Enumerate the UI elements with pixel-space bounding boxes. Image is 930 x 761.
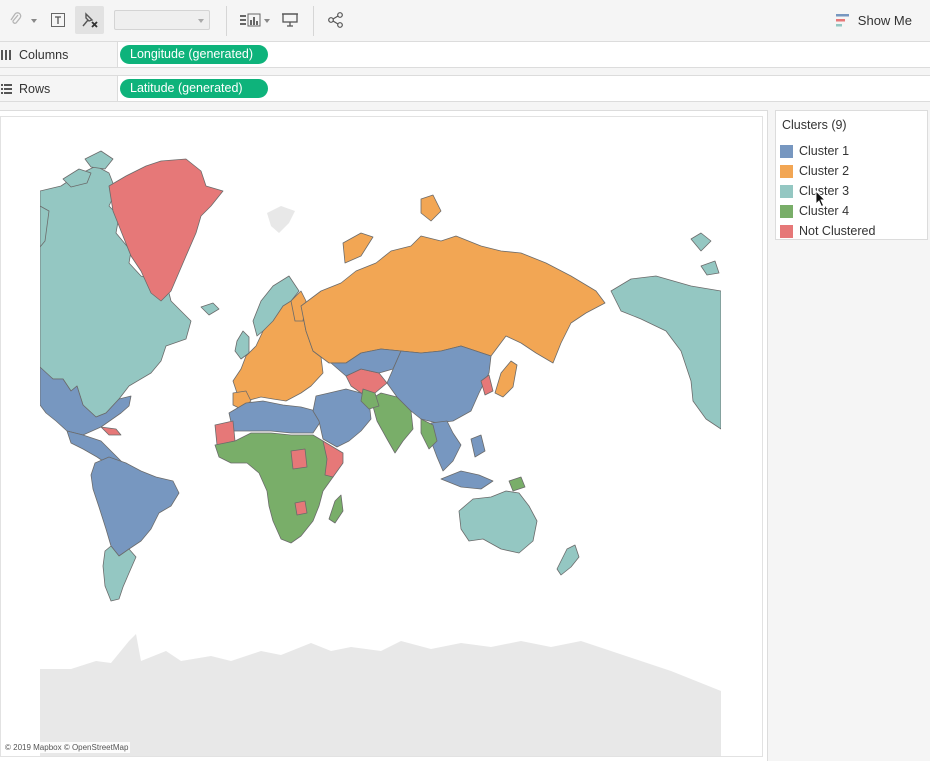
legend-item-cluster-1[interactable]: Cluster 1 [780, 143, 849, 159]
toolbar-divider [313, 6, 314, 36]
arctic-island-east [700, 260, 720, 276]
columns-shelf-label: Columns [0, 42, 118, 67]
toolbar-divider [226, 6, 227, 36]
iceland-region [200, 302, 220, 316]
south-america-region [90, 456, 180, 557]
show-me-button[interactable]: Show Me [835, 10, 912, 30]
show-cards-icon[interactable] [238, 8, 262, 32]
map-view[interactable] [0, 116, 763, 757]
australia-region [458, 490, 538, 554]
columns-shelf[interactable]: Columns Longitude (generated) [0, 41, 930, 68]
russia-island [420, 194, 442, 222]
indonesia-region [440, 470, 494, 490]
legend-title: Clusters (9) [782, 118, 847, 132]
philippines-region [470, 434, 486, 458]
rows-shelf[interactable]: Rows Latitude (generated) [0, 75, 930, 102]
central-africa-red [290, 448, 308, 470]
new-zealand-region [556, 544, 580, 576]
legend-swatch [780, 164, 793, 178]
rows-icon [1, 83, 12, 95]
legend-swatch [780, 184, 793, 198]
latitude-pill[interactable]: Latitude (generated) [120, 79, 268, 98]
arctic-island [84, 150, 114, 170]
madagascar-region [328, 494, 344, 524]
chevron-down-icon [198, 19, 204, 23]
legend-item-cluster-2[interactable]: Cluster 2 [780, 163, 849, 179]
world-map[interactable] [40, 117, 721, 756]
legend-item-label: Cluster 1 [799, 144, 850, 158]
clusters-legend[interactable]: Clusters (9) Cluster 1 Cluster 2 Cluster… [775, 110, 928, 240]
toolbar: Show Me [0, 0, 930, 42]
rows-label: Rows [19, 81, 51, 96]
subsaharan-africa-region [214, 432, 342, 544]
text-icon[interactable] [48, 8, 68, 32]
presentation-icon[interactable] [280, 8, 300, 32]
show-me-icon [835, 13, 849, 26]
southern-africa-red [294, 500, 308, 516]
fit-select[interactable] [114, 10, 210, 30]
antarctica-land [40, 634, 721, 756]
caribbean-island [100, 426, 122, 436]
chevron-down-icon[interactable] [264, 19, 270, 23]
columns-icon [1, 49, 12, 61]
paperclip-icon[interactable] [6, 8, 26, 32]
alaska-east-region [610, 275, 721, 430]
clear-pin-icon[interactable] [75, 6, 104, 34]
russia-island [342, 232, 374, 264]
mouse-cursor-icon [815, 190, 827, 208]
japan-region [494, 360, 518, 398]
legend-item-label: Cluster 2 [799, 164, 850, 178]
chevron-down-icon[interactable] [31, 19, 37, 23]
share-icon[interactable] [326, 8, 346, 32]
arctic-island-east [690, 232, 712, 252]
svalbard-land [267, 206, 295, 233]
show-me-label: Show Me [857, 12, 912, 28]
north-africa-region [228, 400, 322, 434]
legend-item-not-clustered[interactable]: Not Clustered [780, 223, 875, 239]
legend-swatch [780, 224, 793, 238]
britain-region [234, 330, 250, 360]
papua-region [508, 476, 526, 492]
columns-label: Columns [19, 47, 69, 62]
legend-item-label: Not Clustered [799, 224, 876, 238]
map-attribution: © 2019 Mapbox © OpenStreetMap [3, 742, 131, 753]
rows-shelf-label: Rows [0, 76, 118, 101]
legend-swatch [780, 144, 793, 158]
longitude-pill[interactable]: Longitude (generated) [120, 45, 268, 64]
legend-swatch [780, 204, 793, 218]
southeast-asia-region [430, 420, 462, 472]
